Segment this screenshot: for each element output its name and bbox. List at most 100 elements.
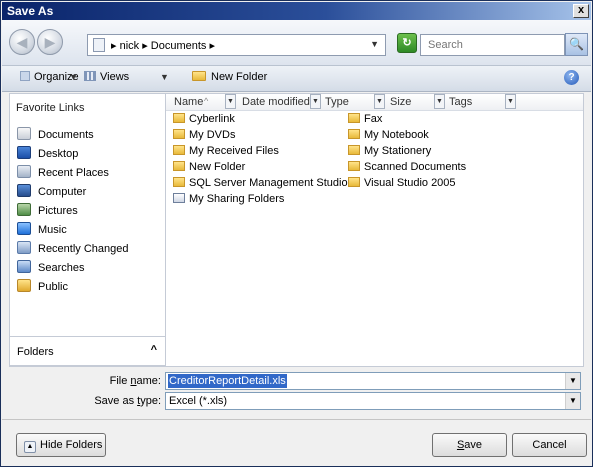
sidebar-item-pictures[interactable]: Pictures: [17, 203, 78, 220]
sidebar-item-label: Searches: [38, 262, 85, 274]
breadcrumb[interactable]: ▸ nick ▸ Documents ▸: [111, 39, 215, 52]
file-name: My Sharing Folders: [189, 193, 285, 205]
computer-icon: [17, 184, 31, 197]
save-type-label: Save as type:: [41, 395, 161, 407]
list-item[interactable]: My Stationery: [348, 145, 431, 160]
refresh-button[interactable]: ↻: [397, 33, 417, 53]
sidebar-item-label: Recent Places: [38, 167, 109, 179]
recently-changed-icon: [17, 241, 31, 254]
list-item[interactable]: My Sharing Folders: [173, 193, 284, 208]
save-button[interactable]: Save: [432, 433, 507, 457]
date-filter-dropdown[interactable]: ▼: [310, 94, 321, 109]
list-item[interactable]: Fax: [348, 113, 382, 128]
recent-places-icon: [17, 165, 31, 178]
sidebar-item-documents[interactable]: Documents: [17, 127, 94, 144]
column-headers: Name ^ ▼ Date modified ▼ Type ▼ Size ▼ T…: [166, 94, 583, 111]
save-type-value: Excel (*.xls): [169, 395, 228, 407]
file-name: My Stationery: [364, 145, 432, 157]
sidebar-item-desktop[interactable]: Desktop: [17, 146, 78, 163]
back-button[interactable]: ◀: [9, 29, 35, 55]
column-size[interactable]: Size: [390, 96, 411, 108]
toolbar: Organize ▼ Views ▼ New Folder ?: [2, 66, 591, 92]
column-date-modified[interactable]: Date modified: [242, 96, 310, 108]
save-type-dropdown-icon[interactable]: ▼: [565, 393, 580, 409]
sidebar-item-recently-changed[interactable]: Recently Changed: [17, 241, 129, 258]
list-item[interactable]: SQL Server Management Studio: [173, 177, 348, 192]
hide-folders-button[interactable]: ▲ Hide Folders: [16, 433, 106, 457]
list-item[interactable]: Cyberlink: [173, 113, 235, 128]
sidebar-item-searches[interactable]: Searches: [17, 260, 84, 277]
list-item[interactable]: My Received Files: [173, 145, 279, 160]
save-label: ave: [464, 439, 483, 451]
folder-icon: [348, 145, 360, 155]
save-type-select[interactable]: Excel (*.xls) ▼: [165, 392, 581, 410]
cancel-button[interactable]: Cancel: [512, 433, 587, 457]
sidebar-item-computer[interactable]: Computer: [17, 184, 86, 201]
address-bar[interactable]: ▸ nick ▸ Documents ▸ ▼: [87, 34, 386, 56]
dialog-title: Save As: [7, 4, 54, 18]
divider: [2, 419, 591, 420]
views-button[interactable]: Views: [84, 71, 129, 83]
file-name: Cyberlink: [189, 113, 235, 125]
name-filter-dropdown[interactable]: ▼: [225, 94, 236, 109]
new-folder-icon: [192, 71, 206, 81]
views-label: Views: [100, 71, 130, 83]
organize-icon: [20, 71, 30, 81]
search-button[interactable]: 🔍: [565, 33, 588, 56]
tags-filter-dropdown[interactable]: ▼: [505, 94, 516, 109]
file-name: Visual Studio 2005: [364, 177, 456, 189]
list-item[interactable]: Scanned Documents: [348, 161, 466, 176]
file-name: My Received Files: [189, 145, 279, 157]
list-item[interactable]: Visual Studio 2005: [348, 177, 456, 192]
column-type[interactable]: Type: [325, 96, 349, 108]
sidebar-item-label: Music: [38, 224, 67, 236]
organize-dropdown-icon[interactable]: ▼: [69, 72, 78, 82]
folders-label: Folders: [17, 346, 54, 358]
file-name: Fax: [364, 113, 383, 125]
file-name-value[interactable]: CreditorReportDetail.xls: [168, 374, 287, 388]
searches-icon: [17, 260, 31, 273]
sidebar-item-music[interactable]: Music: [17, 222, 67, 239]
forward-button[interactable]: ▶: [37, 29, 63, 55]
sharing-folder-icon: [173, 193, 185, 203]
column-name[interactable]: Name: [174, 96, 203, 108]
file-name: Scanned Documents: [364, 161, 467, 173]
list-item[interactable]: My Notebook: [348, 129, 429, 144]
hide-folders-label: Hide Folders: [40, 439, 103, 451]
file-name: My Notebook: [364, 129, 429, 141]
search-input[interactable]: [426, 36, 562, 54]
save-as-dialog: Save As x ◀ ▶ ▸ nick ▸ Documents ▸ ▼ ↻ 🔍…: [0, 0, 593, 467]
location-folder-icon: [93, 38, 105, 52]
documents-icon: [17, 127, 31, 140]
sidebar-item-label: Pictures: [38, 205, 78, 217]
favorite-links-header: Favorite Links: [16, 102, 85, 114]
list-item[interactable]: My DVDs: [173, 129, 235, 144]
address-dropdown-icon[interactable]: ▼: [370, 39, 379, 49]
new-folder-label: New Folder: [211, 71, 268, 83]
chevron-up-icon: ^: [150, 344, 157, 356]
search-box[interactable]: [420, 34, 565, 56]
back-arrow-icon: ◀: [16, 34, 28, 50]
search-icon: 🔍: [569, 37, 584, 51]
column-tags[interactable]: Tags: [449, 96, 472, 108]
folder-icon: [348, 177, 360, 187]
pictures-icon: [17, 203, 31, 216]
type-filter-dropdown[interactable]: ▼: [374, 94, 385, 109]
folders-toggle[interactable]: Folders ^: [9, 336, 166, 366]
list-item[interactable]: New Folder: [173, 161, 245, 176]
new-folder-button[interactable]: New Folder: [192, 71, 267, 83]
sidebar-item-public[interactable]: Public: [17, 279, 68, 296]
views-dropdown-icon[interactable]: ▼: [160, 72, 169, 82]
sidebar-item-recent-places[interactable]: Recent Places: [17, 165, 109, 182]
folder-icon: [173, 129, 185, 139]
size-filter-dropdown[interactable]: ▼: [434, 94, 445, 109]
file-name-field[interactable]: CreditorReportDetail.xls ▼: [165, 372, 581, 390]
close-button[interactable]: x: [573, 4, 589, 18]
address-row: ◀ ▶ ▸ nick ▸ Documents ▸ ▼ ↻ 🔍: [2, 20, 591, 66]
sidebar-item-label: Documents: [38, 129, 94, 141]
file-name-dropdown-icon[interactable]: ▼: [565, 373, 580, 389]
save-type-label-post: ype:: [140, 395, 161, 407]
help-icon[interactable]: ?: [564, 70, 579, 85]
folder-icon: [348, 161, 360, 171]
file-name: New Folder: [189, 161, 246, 173]
